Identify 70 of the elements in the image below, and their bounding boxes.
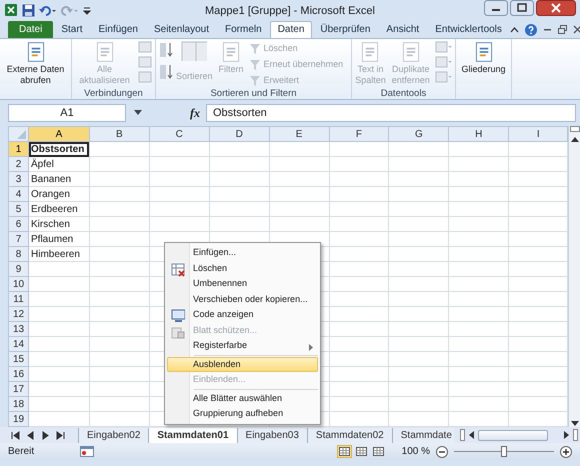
table-cell: Himbeeren [28,246,90,262]
insert-function-button[interactable]: fx [190,104,200,122]
row-header[interactable]: 16 [8,366,28,382]
ribbon-tab[interactable]: Start [53,21,90,38]
ribbon-tab[interactable]: Einfügen [90,21,146,38]
table-cell: Orangen [28,186,90,202]
menu-item[interactable]: Verschieben oder kopieren... [167,292,318,307]
ribbon-button[interactable]: Externe Daten abrufen [3,41,68,85]
column-header[interactable]: H [448,126,509,142]
menu-item[interactable]: Löschen [167,260,318,276]
row-header[interactable]: 6 [8,216,28,232]
row-header[interactable]: 8 [8,246,28,262]
sheet-tab[interactable]: Stammdaten01 [149,428,238,442]
table-cell: Äpfel [28,156,90,172]
row-header[interactable]: 13 [8,322,28,336]
column-header[interactable]: B [89,126,150,142]
row-header[interactable]: 9 [8,262,28,276]
row-header[interactable]: 15 [8,352,28,366]
table-cell: Kirschen [28,216,90,232]
name-box[interactable]: A1 [8,104,126,122]
column-header[interactable]: D [209,126,270,142]
sheet-tab[interactable]: Stammdate [392,428,454,442]
row-header[interactable]: 4 [8,186,28,202]
menu-item[interactable]: Registerfarbe [167,338,318,354]
sheet-tab[interactable]: Eingaben02 [79,428,150,442]
status-text: Bereit [8,445,36,459]
column-header[interactable]: C [149,126,210,142]
ribbon-tab[interactable]: Daten [270,21,312,38]
column-header[interactable]: E [269,126,330,142]
group-label: Verbindungen [84,88,143,99]
ribbon-tab[interactable]: Überprüfen [312,21,378,38]
row-header[interactable]: 17 [8,382,28,396]
ribbon-tab[interactable]: Seitenlayout [146,21,218,38]
menu-item[interactable]: Einfügen... [167,245,318,260]
row-header[interactable]: 5 [8,202,28,216]
row-header[interactable]: 19 [8,412,28,426]
ribbon-tab[interactable]: Ansicht [378,21,428,38]
ribbon-tab[interactable]: Datei [8,21,54,38]
menu-item[interactable]: Umbenennen [167,276,318,292]
menu-item[interactable]: Gruppierung aufheben [167,406,318,422]
ribbon-tab[interactable]: Formeln [217,21,270,38]
ribbon-button[interactable]: Gliederung [460,41,507,74]
sheet-tab[interactable]: Eingaben03 [238,428,308,442]
menu-item[interactable]: Code anzeigen [167,307,318,322]
ribbon-tab[interactable]: Entwicklertools [427,21,510,38]
group-label: Datentools [380,88,426,99]
row-header[interactable]: 7 [8,232,28,246]
menu-item[interactable]: Ausblenden [167,356,318,372]
column-header[interactable]: F [329,126,389,142]
menu-item[interactable]: Alle Blätter auswählen [167,390,318,406]
row-header[interactable]: 12 [8,306,28,322]
group-label: Sortieren und Filtern [210,88,297,99]
window-title: Mappe1 [Gruppe] - Microsoft Excel [204,4,376,19]
column-header[interactable]: G [388,126,449,142]
sheet-tab[interactable]: Stammdaten02 [308,428,393,442]
table-cell: Erdbeeren [28,202,90,216]
row-header[interactable]: 3 [8,172,28,186]
formula-field[interactable]: Obstsorten [206,104,576,122]
table-cell: Obstsorten [28,142,90,156]
row-header[interactable]: 10 [8,276,28,292]
zoom-level[interactable]: 100 % [402,444,430,459]
table-cell: Bananen [28,172,90,186]
row-header[interactable]: 11 [8,292,28,306]
column-header[interactable]: A [28,126,90,142]
row-header[interactable]: 14 [8,336,28,352]
column-header[interactable]: I [508,126,568,142]
row-header[interactable]: 2 [8,156,28,172]
row-header[interactable]: 18 [8,396,28,412]
row-header[interactable]: 1 [8,142,28,156]
table-cell: Pflaumen [28,232,90,246]
